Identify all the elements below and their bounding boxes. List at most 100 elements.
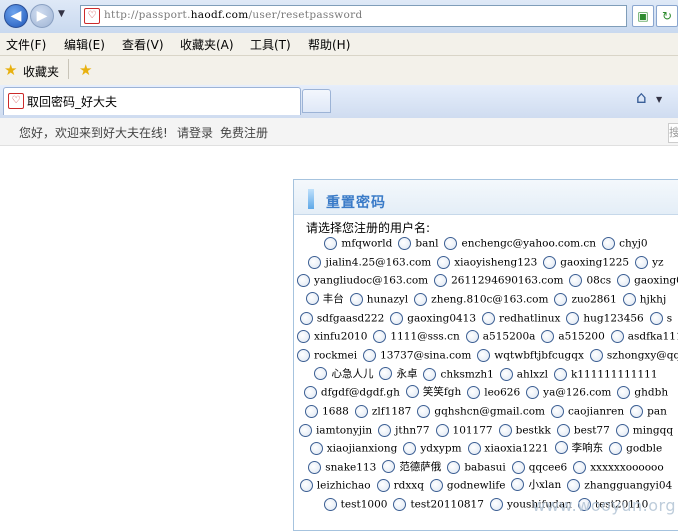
radio-button[interactable] bbox=[465, 329, 479, 343]
radio-button[interactable] bbox=[417, 404, 431, 418]
username-option[interactable]: s bbox=[649, 311, 672, 325]
radio-button[interactable] bbox=[354, 404, 368, 418]
radio-button[interactable] bbox=[467, 441, 481, 455]
forward-button[interactable]: ▶ bbox=[30, 4, 54, 28]
radio-button[interactable] bbox=[610, 329, 624, 343]
compatibility-view-icon[interactable]: ▣ bbox=[632, 5, 654, 27]
username-option[interactable]: chyj0 bbox=[602, 236, 648, 250]
username-option[interactable]: 李响东 bbox=[554, 440, 603, 455]
username-option[interactable]: zuo2861 bbox=[554, 292, 617, 306]
radio-button[interactable] bbox=[444, 236, 458, 250]
radio-button[interactable] bbox=[569, 273, 583, 287]
register-link[interactable]: 免费注册 bbox=[220, 124, 268, 141]
username-option[interactable]: ya@126.com bbox=[526, 385, 611, 399]
add-to-favorites-icon[interactable]: ★ bbox=[79, 61, 92, 79]
username-option[interactable]: mingqq bbox=[615, 423, 673, 437]
radio-button[interactable] bbox=[429, 478, 443, 492]
home-dropdown-icon[interactable]: ▼ bbox=[656, 95, 662, 104]
back-button[interactable]: ◀ bbox=[4, 4, 28, 28]
username-option[interactable]: jialin4.25@163.com bbox=[308, 255, 431, 269]
username-option[interactable]: 范德萨俄 bbox=[382, 459, 441, 474]
radio-button[interactable] bbox=[398, 236, 412, 250]
radio-button[interactable] bbox=[378, 423, 392, 437]
username-option[interactable]: wqtwbftjbfcugqx bbox=[477, 348, 584, 362]
username-option[interactable]: zheng.810c@163.com bbox=[414, 292, 548, 306]
radio-button[interactable] bbox=[363, 348, 377, 362]
username-option[interactable]: 13737@sina.com bbox=[363, 348, 471, 362]
radio-button[interactable] bbox=[630, 404, 644, 418]
radio-button[interactable] bbox=[617, 385, 631, 399]
radio-button[interactable] bbox=[554, 292, 568, 306]
radio-button[interactable] bbox=[467, 385, 481, 399]
username-option[interactable]: rockmei bbox=[297, 348, 357, 362]
username-option[interactable]: redhatlinux bbox=[482, 311, 560, 325]
username-option[interactable]: a515200a bbox=[465, 329, 535, 343]
favorites-label[interactable]: 收藏夹 bbox=[23, 63, 59, 80]
username-option[interactable]: qqcee6 bbox=[511, 460, 567, 474]
site-search-box[interactable]: 搜 bbox=[668, 123, 678, 143]
username-option[interactable]: 2611294690163.com bbox=[434, 273, 563, 287]
menu-view[interactable]: 查看(V) bbox=[122, 36, 164, 53]
radio-button[interactable] bbox=[376, 478, 390, 492]
username-option[interactable]: gaoxing1225 bbox=[543, 255, 629, 269]
radio-button[interactable] bbox=[566, 311, 580, 325]
radio-button[interactable] bbox=[423, 367, 437, 381]
username-option[interactable]: test1000 bbox=[323, 497, 387, 511]
radio-button[interactable] bbox=[434, 273, 448, 287]
radio-button[interactable] bbox=[437, 255, 451, 269]
radio-button[interactable] bbox=[299, 478, 313, 492]
radio-button[interactable] bbox=[541, 329, 555, 343]
username-option[interactable]: 心急人儿 bbox=[314, 366, 373, 381]
radio-button[interactable] bbox=[314, 367, 328, 380]
username-option[interactable]: gqhshcn@gmail.com bbox=[417, 404, 545, 418]
username-option[interactable]: sdfgaasd222 bbox=[299, 311, 384, 325]
menu-favorites[interactable]: 收藏夹(A) bbox=[180, 36, 234, 53]
username-option[interactable]: leo626 bbox=[467, 385, 520, 399]
radio-button[interactable] bbox=[390, 311, 404, 325]
username-option[interactable]: zhangguangyi04 bbox=[567, 478, 672, 492]
radio-button[interactable] bbox=[543, 255, 557, 269]
radio-button[interactable] bbox=[526, 385, 540, 399]
username-option[interactable]: enchengc@yahoo.com.cn bbox=[444, 236, 596, 250]
radio-button[interactable] bbox=[477, 348, 491, 362]
username-option[interactable]: chksmzh1 bbox=[423, 367, 494, 381]
radio-button[interactable] bbox=[498, 423, 512, 437]
username-option[interactable]: godble bbox=[609, 441, 662, 455]
radio-button[interactable] bbox=[379, 367, 393, 380]
username-option[interactable]: a515200 bbox=[541, 329, 605, 343]
radio-button[interactable] bbox=[297, 348, 310, 362]
username-option[interactable]: 08cs bbox=[569, 273, 611, 287]
radio-button[interactable] bbox=[635, 255, 649, 269]
username-option[interactable]: 永卓 bbox=[379, 366, 417, 381]
radio-button[interactable] bbox=[511, 478, 525, 491]
refresh-icon[interactable]: ↻ bbox=[656, 5, 678, 27]
radio-button[interactable] bbox=[305, 292, 319, 305]
radio-button[interactable] bbox=[382, 460, 396, 473]
radio-button[interactable] bbox=[551, 404, 565, 418]
radio-button[interactable] bbox=[403, 441, 417, 455]
username-option[interactable]: 笑笑fgh bbox=[405, 384, 461, 399]
radio-button[interactable] bbox=[554, 367, 567, 381]
radio-button[interactable] bbox=[297, 273, 310, 287]
radio-button[interactable] bbox=[589, 348, 603, 362]
radio-button[interactable] bbox=[573, 460, 587, 474]
username-option[interactable]: pan bbox=[630, 404, 667, 418]
radio-button[interactable] bbox=[556, 423, 570, 437]
username-option[interactable]: best77 bbox=[556, 423, 610, 437]
username-option[interactable]: xxxxxxoooooo bbox=[573, 460, 664, 474]
radio-button[interactable] bbox=[297, 329, 310, 343]
radio-button[interactable] bbox=[309, 441, 323, 455]
menu-help[interactable]: 帮助(H) bbox=[308, 36, 350, 53]
username-option[interactable]: dfgdf@dgdf.gh bbox=[303, 385, 400, 399]
username-option[interactable]: yz bbox=[635, 255, 664, 269]
username-option[interactable]: hjkhj bbox=[622, 292, 666, 306]
username-option[interactable]: snake113 bbox=[308, 460, 376, 474]
radio-button[interactable] bbox=[373, 329, 387, 343]
username-option[interactable]: leizhichao bbox=[299, 478, 371, 492]
username-option[interactable]: gaoxing022 bbox=[617, 273, 678, 287]
radio-button[interactable] bbox=[511, 460, 525, 474]
username-option[interactable]: 丰台 bbox=[305, 291, 344, 306]
username-option[interactable]: xinfu2010 bbox=[297, 329, 367, 343]
radio-button[interactable] bbox=[489, 497, 503, 511]
radio-button[interactable] bbox=[305, 404, 319, 418]
